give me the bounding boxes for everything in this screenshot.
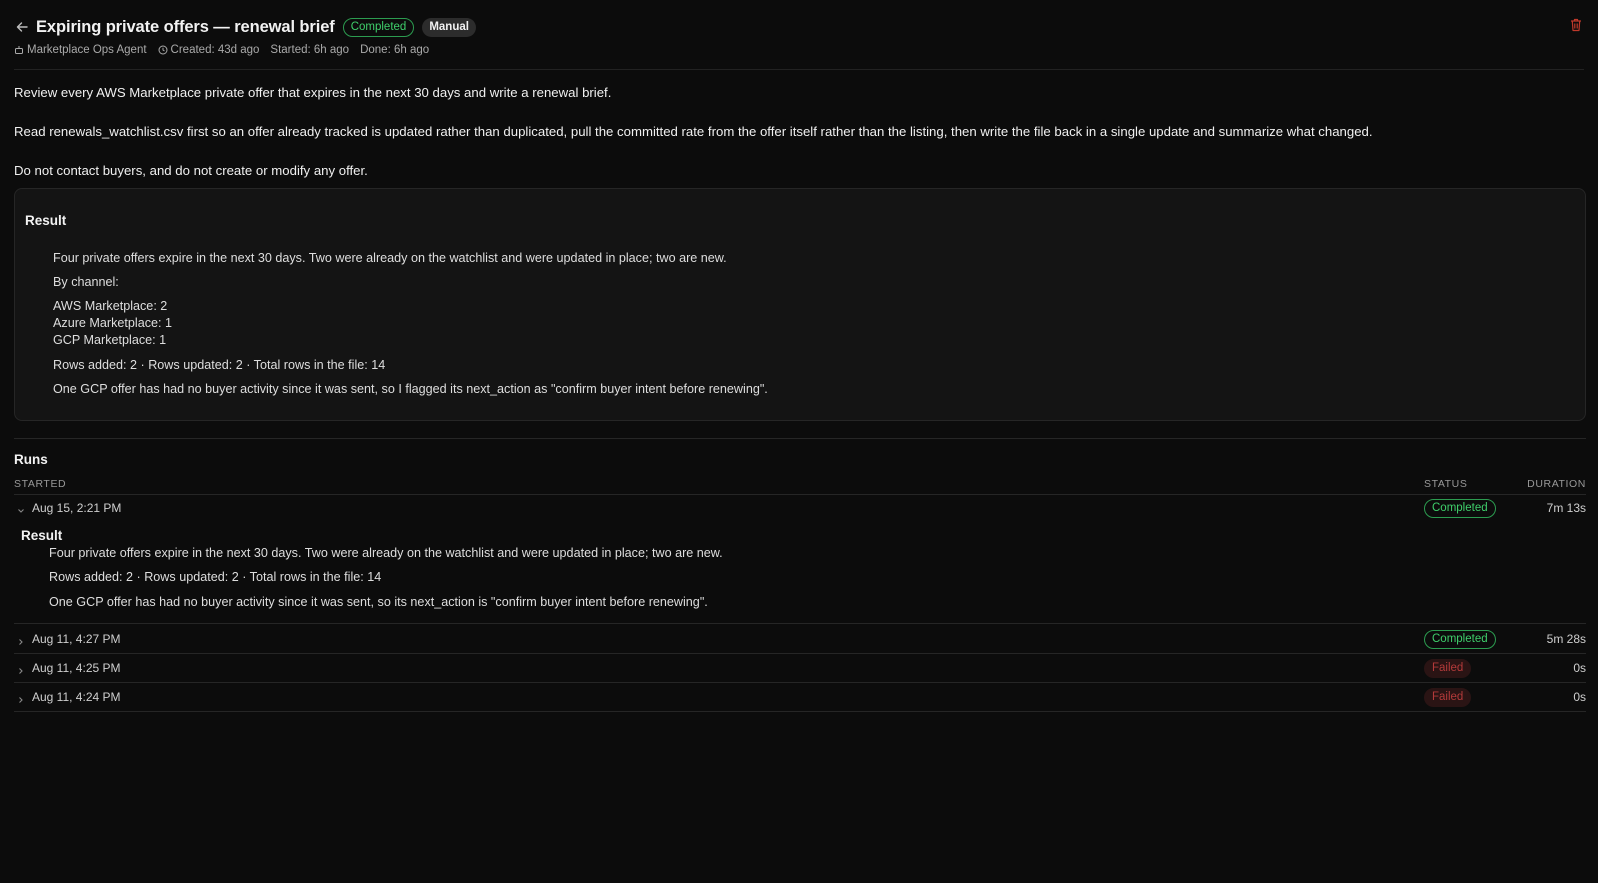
run-started: Aug 11, 4:27 PM: [32, 632, 121, 646]
column-header-duration: DURATION: [1527, 478, 1586, 490]
result-note: One GCP offer has had no buyer activity …: [53, 382, 768, 396]
delete-trash-icon[interactable]: [1570, 18, 1584, 34]
run-status-badge: Failed: [1424, 659, 1472, 678]
run-started: Aug 15, 2:21 PM: [32, 501, 122, 515]
run-duration: 0s: [1573, 690, 1586, 704]
column-header-status: STATUS: [1424, 478, 1468, 490]
started-text: Started: 6h ago: [270, 44, 350, 56]
task-description: Review every AWS Marketplace private off…: [14, 70, 1584, 179]
status-badge: Completed: [342, 17, 415, 37]
run-duration: 0s: [1573, 661, 1586, 675]
run-row[interactable]: Aug 11, 4:25 PM Failed 0s: [14, 654, 1586, 683]
created-meta: Created: 43d ago: [158, 44, 260, 56]
run-started: Aug 11, 4:25 PM: [32, 661, 121, 675]
title-row: Expiring private offers — renewal brief …: [14, 16, 476, 38]
divider: [14, 438, 1586, 439]
run-result-title: Result: [21, 528, 63, 543]
run-result-line: One GCP offer has had no buyer activity …: [49, 595, 708, 609]
agent-name: Marketplace Ops Agent: [27, 44, 147, 56]
back-arrow-icon[interactable]: [14, 19, 30, 35]
runs-title: Runs: [14, 452, 48, 467]
result-title: Result: [25, 213, 67, 228]
description-paragraph: Do not contact buyers, and do not create…: [14, 163, 368, 178]
column-header-started: STARTED: [14, 478, 67, 490]
channel-item: AWS Marketplace: 2: [53, 299, 168, 313]
page-title: Expiring private offers — renewal brief: [36, 17, 335, 36]
description-paragraph: Read renewals_watchlist.csv first so an …: [14, 124, 1373, 139]
chevron-down-icon[interactable]: [16, 503, 26, 513]
page: Expiring private offers — renewal brief …: [14, 0, 1586, 712]
result-panel: Result Four private offers expire in the…: [14, 188, 1586, 421]
trigger-badge: Manual: [422, 17, 476, 37]
run-started: Aug 11, 4:24 PM: [32, 690, 121, 704]
chevron-right-icon[interactable]: [16, 692, 26, 703]
run-result-line: Four private offers expire in the next 3…: [49, 546, 723, 560]
description-paragraph: Review every AWS Marketplace private off…: [14, 85, 612, 100]
run-status-badge: Failed: [1424, 688, 1472, 707]
result-rows: Rows added: 2 · Rows updated: 2 · Total …: [53, 358, 386, 372]
chevron-right-icon[interactable]: [16, 663, 26, 674]
run-row[interactable]: Aug 11, 4:24 PM Failed 0s: [14, 683, 1586, 712]
run-status-badge: Completed: [1424, 499, 1496, 518]
header: Expiring private offers — renewal brief …: [14, 0, 1584, 70]
run-duration: 5m 28s: [1546, 632, 1586, 646]
channel-item: GCP Marketplace: 1: [53, 333, 167, 347]
channel-item: Azure Marketplace: 1: [53, 316, 172, 330]
run-result-line: Rows added: 2 · Rows updated: 2 · Total …: [49, 570, 382, 584]
run-row-expanded: Aug 15, 2:21 PM Completed 7m 13s Result …: [14, 494, 1586, 624]
run-row-header[interactable]: Aug 15, 2:21 PM Completed 7m 13s: [14, 494, 1586, 523]
result-summary: Four private offers expire in the next 3…: [53, 251, 727, 265]
meta-row: Marketplace Ops Agent Created: 43d ago S…: [14, 44, 440, 56]
run-row[interactable]: Aug 11, 4:27 PM Completed 5m 28s: [14, 625, 1586, 654]
created-text: Created: 43d ago: [170, 44, 260, 56]
run-status-badge: Completed: [1424, 630, 1496, 649]
run-duration: 7m 13s: [1546, 501, 1586, 515]
agent-meta: Marketplace Ops Agent: [14, 44, 147, 56]
chevron-right-icon[interactable]: [16, 634, 26, 645]
done-text: Done: 6h ago: [360, 44, 430, 56]
robot-icon: [15, 46, 23, 54]
by-channel-label: By channel:: [53, 275, 119, 289]
clock-icon: [158, 45, 168, 55]
